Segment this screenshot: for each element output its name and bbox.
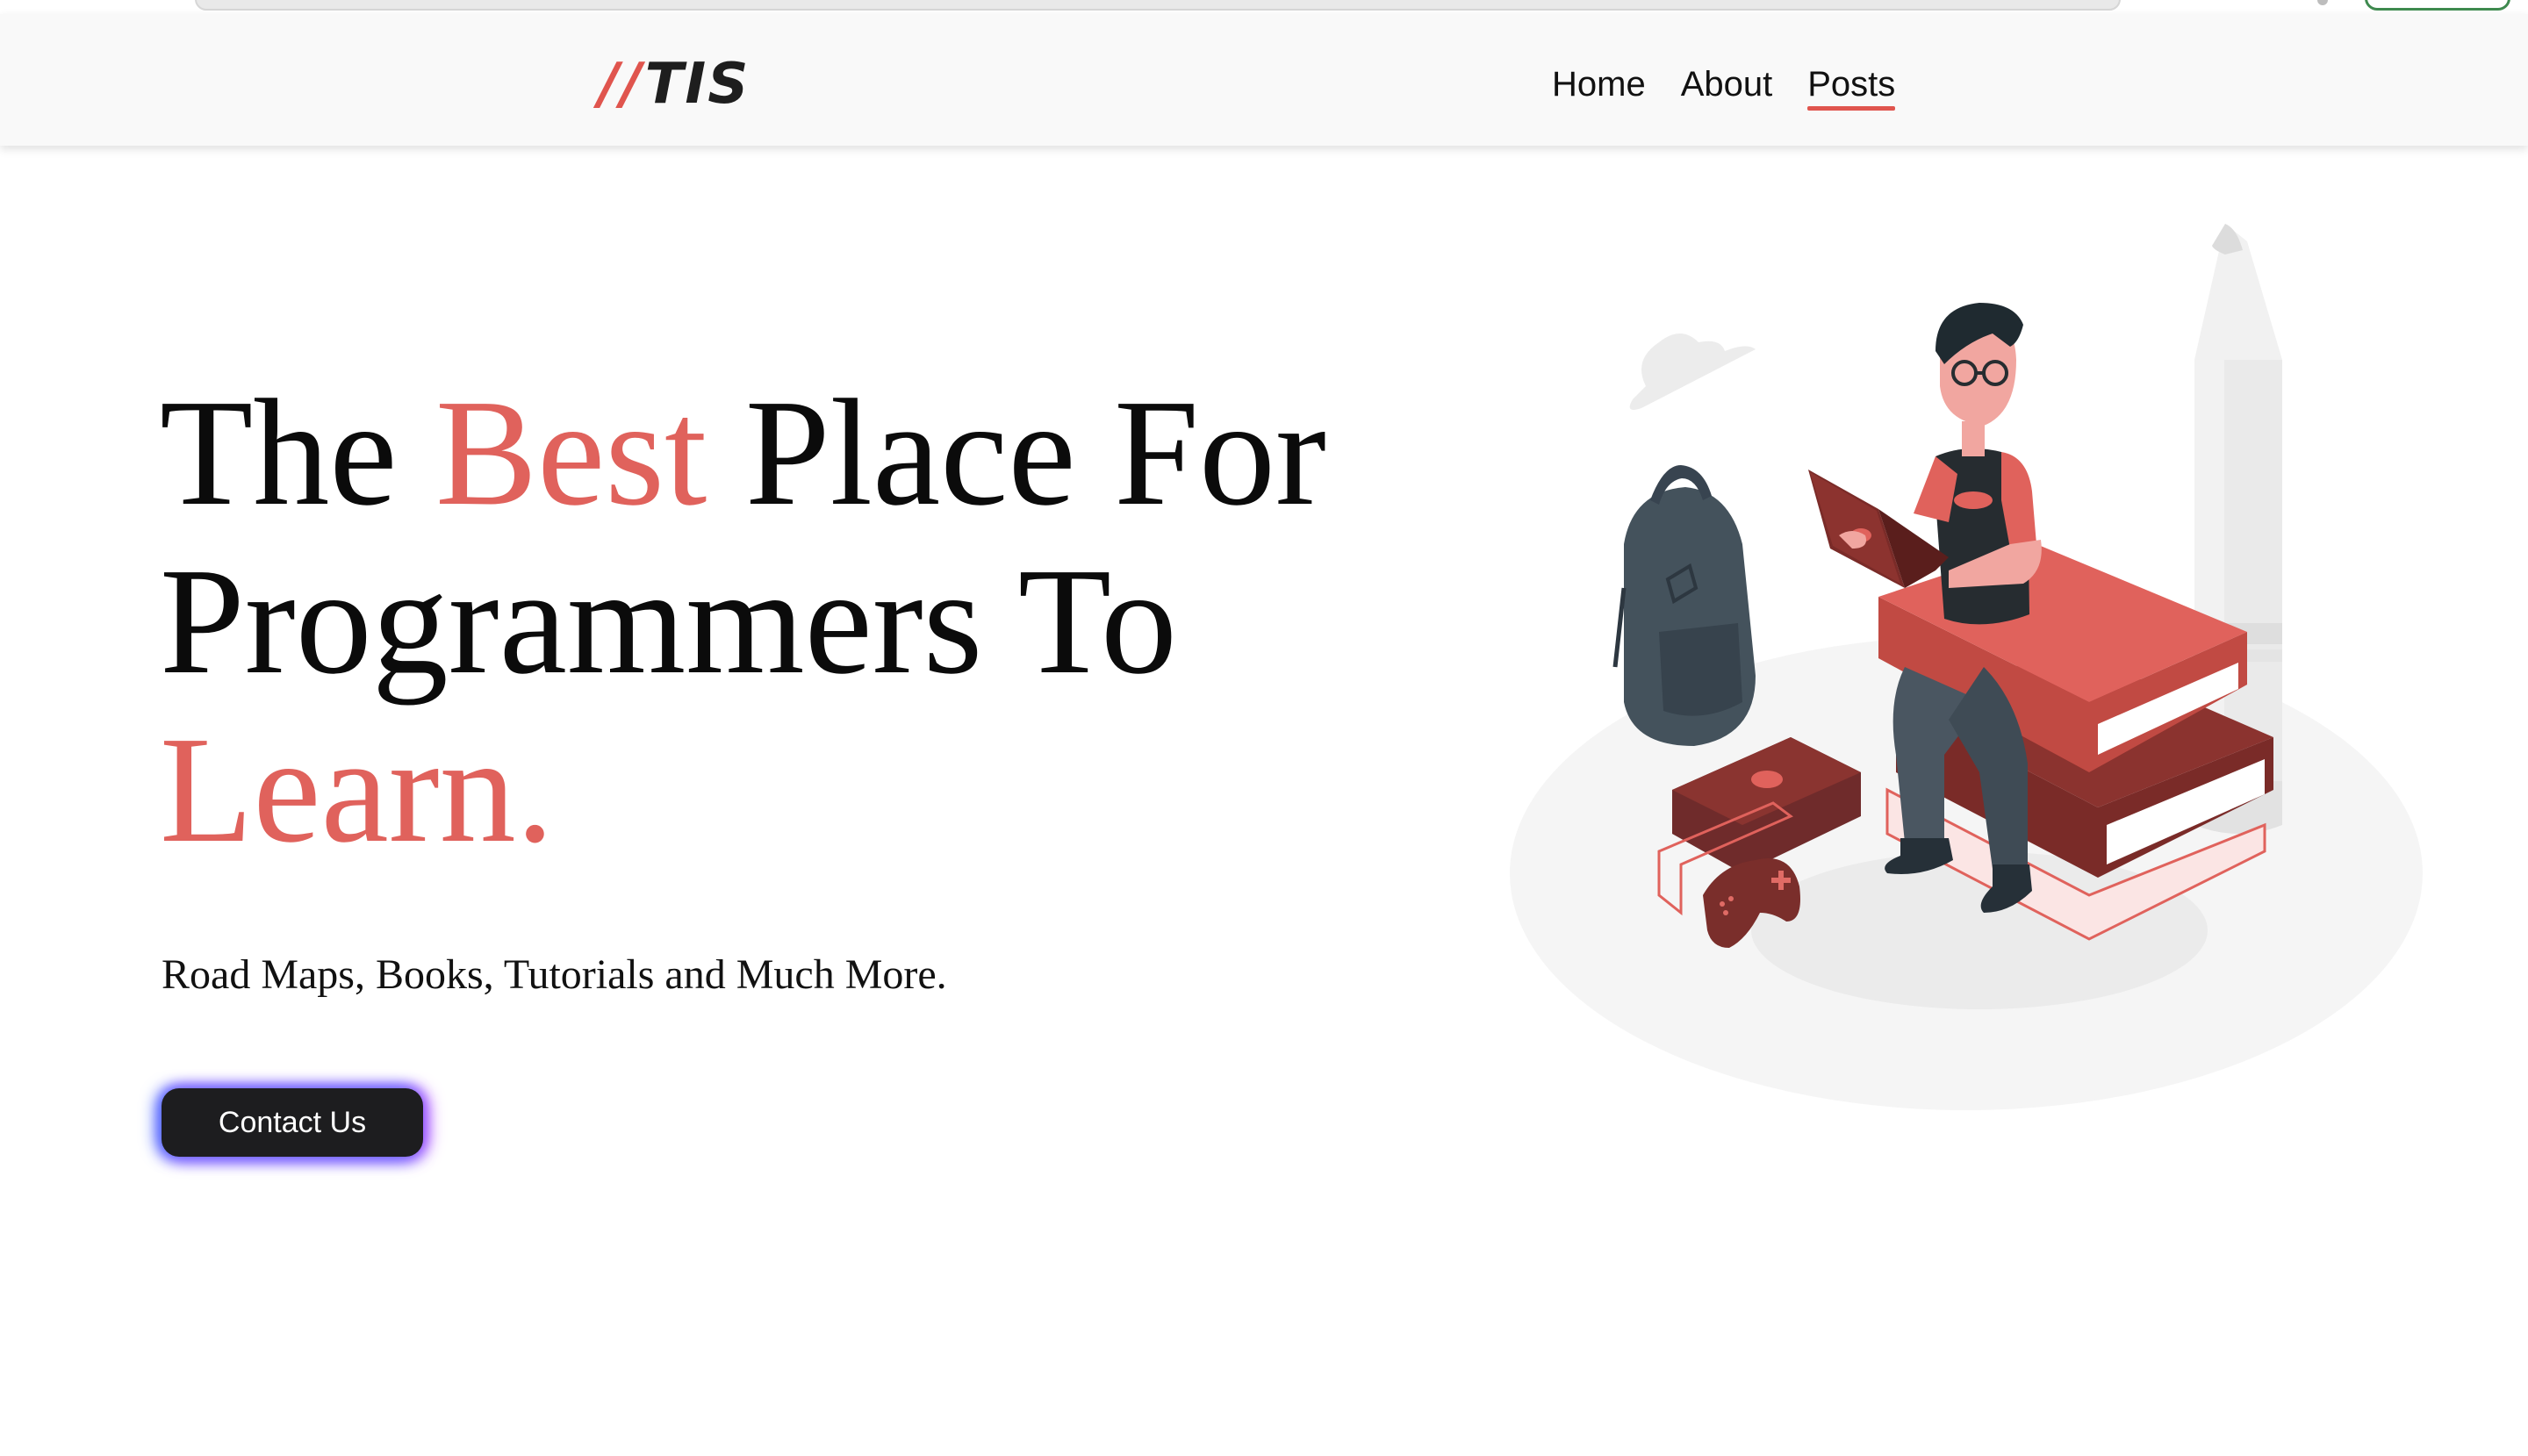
browser-chrome — [0, 0, 2528, 14]
hero-title-accent-best: Best — [435, 368, 707, 537]
browser-action-button[interactable] — [2365, 0, 2510, 11]
nav-link-home[interactable]: Home — [1552, 58, 1646, 111]
cloud-icon — [1629, 334, 1756, 411]
backpack-icon — [1612, 465, 1756, 746]
browser-status-dot — [2317, 0, 2328, 5]
nav-links: Home About Posts — [1552, 58, 1896, 111]
nav-link-posts[interactable]: Posts — [1807, 58, 1896, 111]
contact-us-button[interactable]: Contact Us — [162, 1088, 423, 1157]
nav-link-about[interactable]: About — [1681, 58, 1773, 111]
hero-title-accent-learn: Learn. — [160, 705, 555, 874]
logo-slashes: // — [599, 52, 643, 117]
site-logo[interactable]: //TIS — [599, 49, 750, 119]
hero-title: The Best Place For Programmers To Learn. — [160, 369, 1476, 874]
programmer-illustration — [1510, 224, 2423, 1110]
logo-text: TIS — [644, 52, 750, 117]
hero-title-part1: The — [160, 368, 436, 537]
hero-subtitle: Road Maps, Books, Tutorials and Much Mor… — [162, 951, 947, 998]
navbar: //TIS Home About Posts — [0, 14, 2528, 146]
address-bar[interactable] — [195, 0, 2121, 11]
